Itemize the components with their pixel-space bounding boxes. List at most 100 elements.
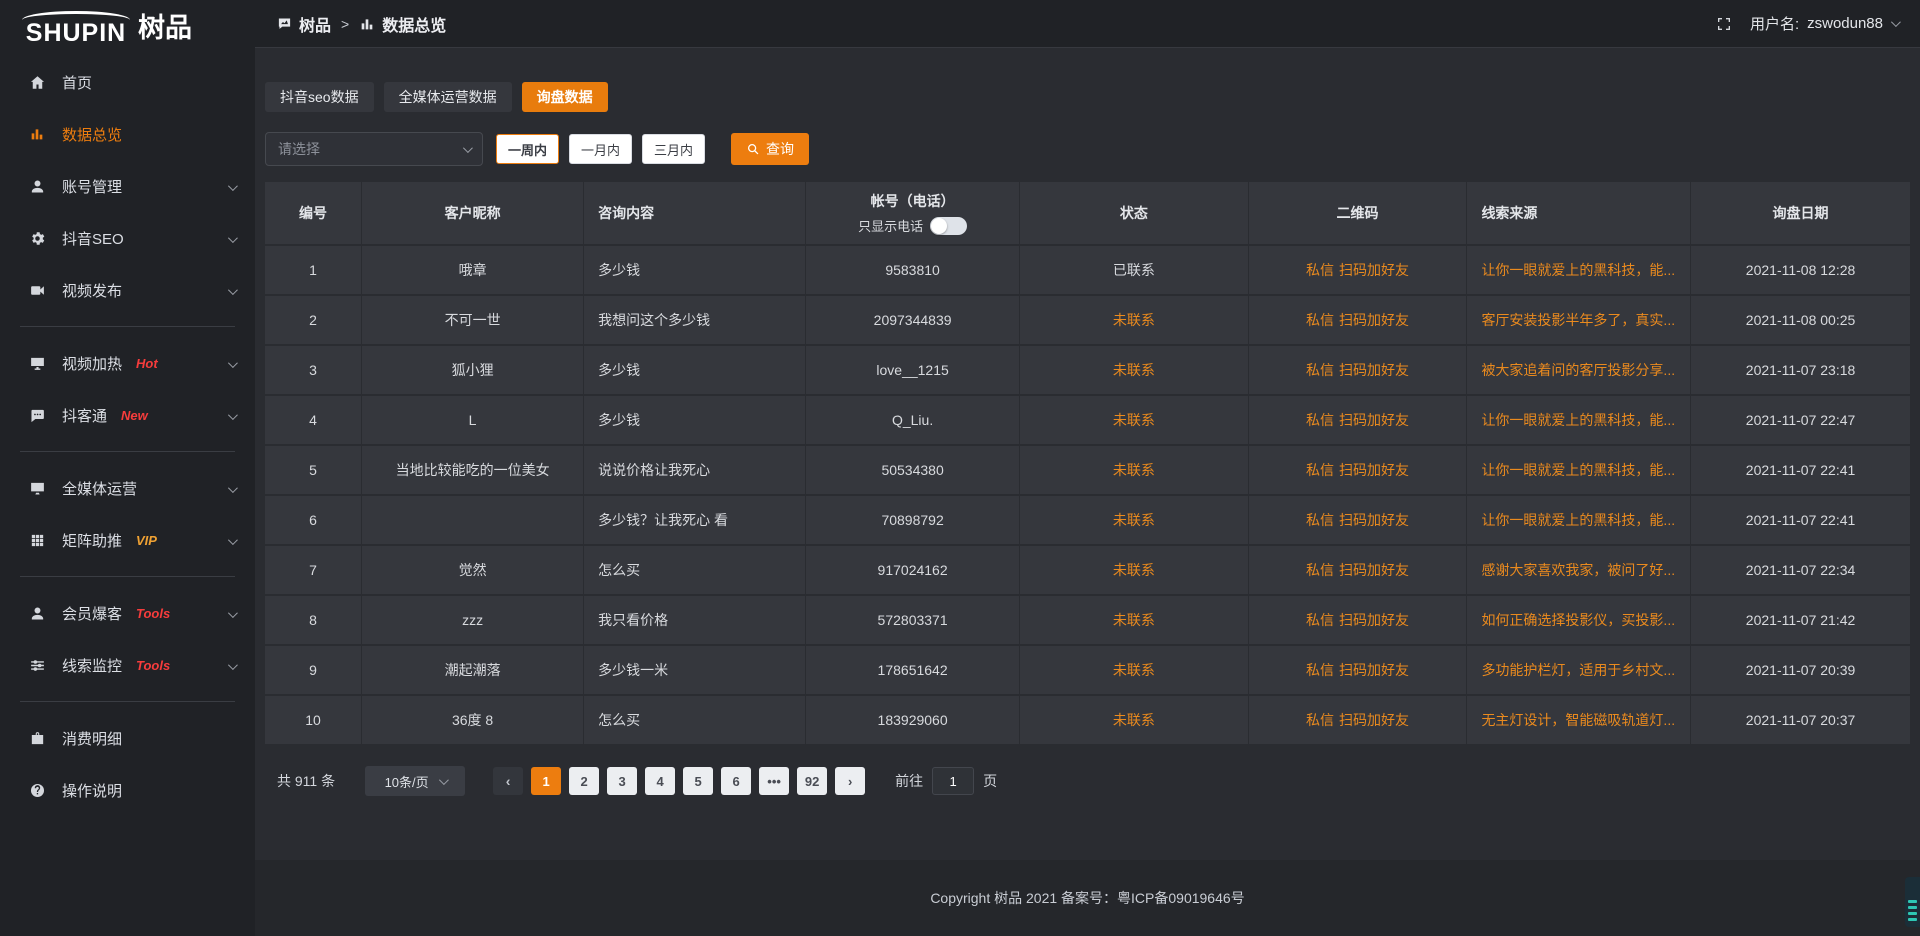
lead-source-link[interactable]: 让你一眼就爱上的黑科技，能... [1467,246,1691,294]
inquiry-date: 2021-11-07 23:18 [1691,346,1910,394]
inquiry-content: 我只看价格 [584,596,806,644]
page-button-2[interactable]: 2 [569,767,599,795]
lead-source-link[interactable]: 多功能护栏灯，适用于乡村文... [1467,646,1691,694]
inquiry-content: 怎么买 [584,696,806,744]
row-index: 4 [265,396,362,444]
search-button[interactable]: 查询 [731,133,809,165]
user-menu[interactable]: 用户名: zswodun88 [1750,13,1898,34]
lead-source-link[interactable]: 客厅安装投影半年多了，真实... [1467,296,1691,344]
page-size-select[interactable]: 10条/页 [365,766,465,796]
sidebar-item-douketong[interactable]: 抖客通New [0,389,255,441]
qr-scan-add-friend-link[interactable]: 扫码加好友 [1339,360,1409,380]
table-row: 1036度 8怎么买183929060未联系私信扫码加好友无主灯设计，智能磁吸轨… [265,696,1910,746]
inquiry-content: 怎么买 [584,546,806,594]
page-button-4[interactable]: 4 [645,767,675,795]
sidebar-item-label: 首页 [62,72,92,93]
account-phone: 2097344839 [806,296,1020,344]
period-button-2[interactable]: 一月内 [569,134,632,164]
qr-private-message-link[interactable]: 私信 [1306,660,1334,680]
qr-scan-add-friend-link[interactable]: 扫码加好友 [1339,260,1409,280]
lead-source-link[interactable]: 被大家追着问的客厅投影分享... [1467,346,1691,394]
qr-code-actions: 私信扫码加好友 [1249,446,1468,494]
period-button-1[interactable]: 一周内 [496,134,559,164]
qr-scan-add-friend-link[interactable]: 扫码加好友 [1339,610,1409,630]
page-button-3[interactable]: 3 [607,767,637,795]
chevron-down-icon [439,775,449,785]
lead-source-link[interactable]: 感谢大家喜欢我家，被问了好... [1467,546,1691,594]
sidebar-item-expense-detail[interactable]: 消费明细 [0,712,255,764]
col-header-1: 编号 [265,182,362,244]
filter-select[interactable]: 请选择 [265,132,483,166]
qr-private-message-link[interactable]: 私信 [1306,610,1334,630]
row-index: 7 [265,546,362,594]
breadcrumb-separator: > [341,16,349,32]
sidebar-item-media-operation[interactable]: 全媒体运营 [0,462,255,514]
tab-inquiry-data[interactable]: 询盘数据 [522,82,608,112]
sidebar-item-matrix-boost[interactable]: 矩阵助推VIP [0,514,255,566]
page-button-6[interactable]: 6 [721,767,751,795]
qr-private-message-link[interactable]: 私信 [1306,260,1334,280]
tab-douyin-seo-data[interactable]: 抖音seo数据 [265,82,374,112]
chevron-down-icon [228,178,235,195]
fullscreen-icon[interactable] [1716,16,1732,32]
qr-private-message-link[interactable]: 私信 [1306,410,1334,430]
sidebar-item-douyin-seo[interactable]: 抖音SEO [0,212,255,264]
sidebar-item-video-publish[interactable]: 视频发布 [0,264,255,316]
home-icon [28,73,46,91]
chevron-down-icon [228,355,235,372]
pagination: 共 911 条 10条/页 ‹ 123456•••92 › 前往 页 [265,766,1910,796]
sidebar-item-label: 视频加热 [62,353,122,374]
customer-nickname: 哦章 [362,246,584,294]
bag-icon [28,729,46,747]
qr-private-message-link[interactable]: 私信 [1306,510,1334,530]
sidebar-item-video-heat[interactable]: 视频加热Hot [0,337,255,389]
sidebar-item-operation-guide[interactable]: 操作说明 [0,764,255,816]
qr-scan-add-friend-link[interactable]: 扫码加好友 [1339,710,1409,730]
sidebar-item-account-manage[interactable]: 账号管理 [0,160,255,212]
filter-row: 请选择 一周内一月内三月内 查询 [265,132,1910,166]
period-button-3[interactable]: 三月内 [642,134,705,164]
qr-private-message-link[interactable]: 私信 [1306,460,1334,480]
qr-private-message-link[interactable]: 私信 [1306,310,1334,330]
next-page-button[interactable]: › [835,767,865,795]
qr-scan-add-friend-link[interactable]: 扫码加好友 [1339,660,1409,680]
qr-private-message-link[interactable]: 私信 [1306,710,1334,730]
page-button-5[interactable]: 5 [683,767,713,795]
qr-scan-add-friend-link[interactable]: 扫码加好友 [1339,310,1409,330]
inquiry-date: 2021-11-07 21:42 [1691,596,1910,644]
prev-page-button[interactable]: ‹ [493,767,523,795]
sidebar-item-home[interactable]: 首页 [0,56,255,108]
qr-scan-add-friend-link[interactable]: 扫码加好友 [1339,410,1409,430]
page-more-button[interactable]: ••• [759,767,789,795]
lead-source-link[interactable]: 让你一眼就爱上的黑科技，能... [1467,396,1691,444]
search-icon [746,142,760,156]
sidebar-item-lead-monitor[interactable]: 线索监控Tools [0,639,255,691]
lead-source-link[interactable]: 如何正确选择投影仪，买投影... [1467,596,1691,644]
user-icon [28,604,46,622]
lead-source-link[interactable]: 让你一眼就爱上的黑科技，能... [1467,496,1691,544]
sidebar-item-member-burst[interactable]: 会员爆客Tools [0,587,255,639]
lead-source-link[interactable]: 无主灯设计，智能磁吸轨道灯... [1467,696,1691,744]
page-buttons: 123456 ••• 92 [523,767,827,795]
qr-scan-add-friend-link[interactable]: 扫码加好友 [1339,560,1409,580]
chevron-down-icon [1891,17,1901,27]
lead-source-link[interactable]: 让你一眼就爱上的黑科技，能... [1467,446,1691,494]
qr-scan-add-friend-link[interactable]: 扫码加好友 [1339,460,1409,480]
sidebar-item-data-overview[interactable]: 数据总览 [0,108,255,160]
page-button-92[interactable]: 92 [797,767,827,795]
tab-media-operation-data[interactable]: 全媒体运营数据 [384,82,512,112]
breadcrumb-label: 数据总览 [382,12,446,36]
col-header-6: 二维码 [1249,182,1468,244]
floating-widget[interactable] [1905,877,1920,927]
table-row: 4L多少钱Q_Liu.未联系私信扫码加好友让你一眼就爱上的黑科技，能...202… [265,396,1910,446]
sidebar-item-label: 抖客通 [62,405,107,426]
goto-page-input[interactable] [932,767,974,795]
qr-scan-add-friend-link[interactable]: 扫码加好友 [1339,510,1409,530]
breadcrumb-item-shupin[interactable]: 树品 [277,12,331,36]
qr-private-message-link[interactable]: 私信 [1306,560,1334,580]
breadcrumb: 树品 > 数据总览 [277,12,446,36]
breadcrumb-item-data-overview[interactable]: 数据总览 [359,12,446,36]
phone-only-toggle[interactable] [930,217,967,235]
page-button-1[interactable]: 1 [531,767,561,795]
qr-private-message-link[interactable]: 私信 [1306,360,1334,380]
